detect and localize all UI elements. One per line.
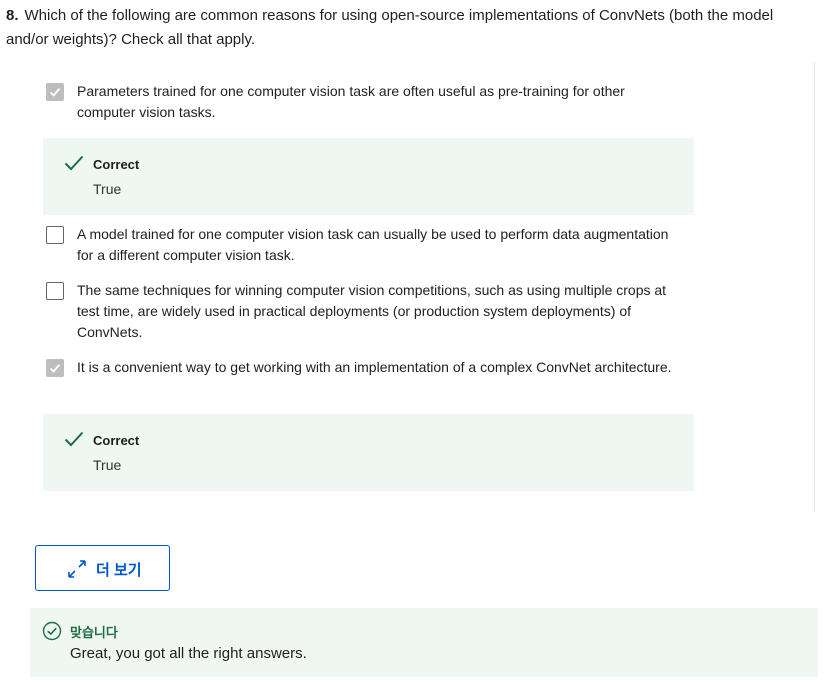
show-more-label: 더 보기 bbox=[96, 562, 142, 579]
check-icon bbox=[64, 431, 84, 447]
option-label: A model trained for one computer vision … bbox=[77, 226, 669, 263]
check-icon bbox=[64, 155, 84, 171]
show-more-button[interactable]: 더 보기 bbox=[35, 545, 170, 591]
feedback-body: True bbox=[93, 457, 122, 473]
checkmark-icon bbox=[49, 88, 61, 97]
feedback-correct: Correct True bbox=[43, 138, 694, 215]
check-circle-icon bbox=[42, 621, 62, 641]
question-number: 8. bbox=[6, 7, 19, 24]
result-title: 맞습니다 bbox=[70, 625, 118, 640]
option-label: It is a convenient way to get working wi… bbox=[77, 359, 672, 375]
result-message: Great, you got all the right answers. bbox=[70, 645, 307, 662]
option-label: The same techniques for winning computer… bbox=[77, 282, 667, 340]
feedback-title: Correct bbox=[93, 433, 140, 448]
question-text: 8. Which of the following are common reas… bbox=[6, 4, 796, 52]
result-banner: 맞습니다 Great, you got all the right answer… bbox=[30, 608, 818, 677]
checkbox-checked[interactable] bbox=[46, 83, 64, 101]
checkmark-icon bbox=[49, 364, 61, 373]
checkbox-checked[interactable] bbox=[46, 359, 64, 377]
expand-icon bbox=[68, 560, 86, 578]
feedback-title: Correct bbox=[93, 157, 140, 172]
checkbox-unchecked[interactable] bbox=[46, 282, 64, 300]
option-label: Parameters trained for one computer visi… bbox=[77, 83, 625, 120]
feedback-correct: Correct True bbox=[43, 414, 694, 491]
checkbox-unchecked[interactable] bbox=[46, 226, 64, 244]
divider bbox=[814, 62, 815, 512]
question-body: Which of the following are common reason… bbox=[6, 7, 774, 48]
feedback-body: True bbox=[93, 181, 122, 197]
